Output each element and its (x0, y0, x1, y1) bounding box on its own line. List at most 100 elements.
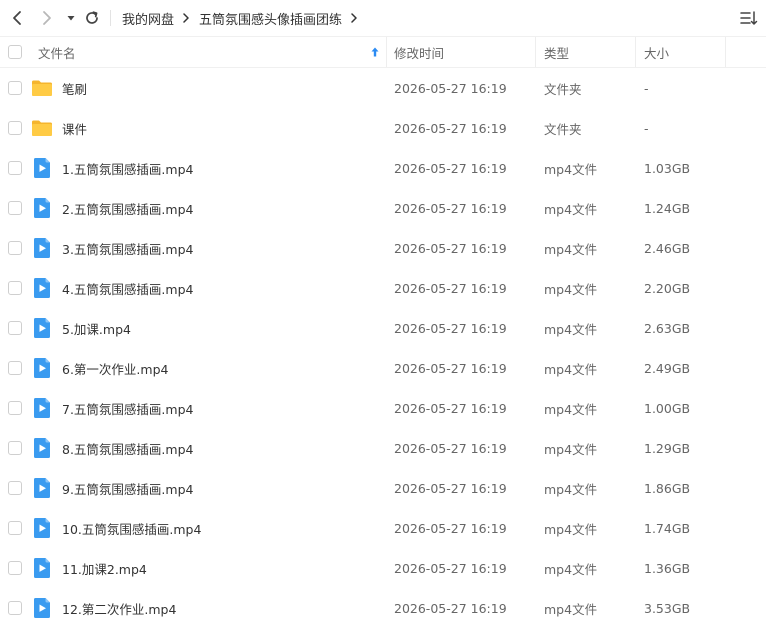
file-modified-time: 2026-05-27 16:19 (394, 360, 507, 376)
file-name[interactable]: 10.五筒氛围感插画.mp4 (62, 508, 201, 548)
row-checkbox[interactable] (8, 521, 22, 535)
file-name[interactable]: 6.第一次作业.mp4 (62, 348, 168, 388)
row-checkbox[interactable] (8, 361, 22, 375)
row-checkbox[interactable] (8, 241, 22, 255)
row-checkbox[interactable] (8, 481, 22, 495)
row-checkbox[interactable] (8, 281, 22, 295)
file-row[interactable]: 9.五筒氛围感插画.mp4 2026-05-27 16:19 mp4文件 1.86GB (0, 468, 766, 508)
file-list-header: 文件名 修改时间 类型 大小 (0, 36, 766, 68)
back-button[interactable] (7, 8, 27, 28)
file-size: 1.03GB (644, 160, 691, 176)
toolbar-divider (110, 10, 111, 26)
file-size: 1.00GB (644, 400, 691, 416)
row-checkbox[interactable] (8, 561, 22, 575)
file-modified-time: 2026-05-27 16:19 (394, 320, 507, 336)
row-checkbox[interactable] (8, 441, 22, 455)
file-row[interactable]: 6.第一次作业.mp4 2026-05-27 16:19 mp4文件 2.49GB (0, 348, 766, 388)
file-name[interactable]: 1.五筒氛围感插画.mp4 (62, 148, 193, 188)
toolbar: 我的网盘 五筒氛围感头像插画团练 (0, 0, 766, 36)
file-row[interactable]: 3.五筒氛围感插画.mp4 2026-05-27 16:19 mp4文件 2.46GB (0, 228, 766, 268)
file-row[interactable]: 4.五筒氛围感插画.mp4 2026-05-27 16:19 mp4文件 2.20GB (0, 268, 766, 308)
file-name[interactable]: 2.五筒氛围感插画.mp4 (62, 188, 193, 228)
file-row[interactable]: 10.五筒氛围感插画.mp4 2026-05-27 16:19 mp4文件 1.74G… (0, 508, 766, 548)
file-type: mp4文件 (544, 241, 598, 257)
row-checkbox[interactable] (8, 401, 22, 415)
file-name[interactable]: 笔刷 (62, 68, 87, 108)
row-checkbox[interactable] (8, 81, 22, 95)
refresh-icon (86, 11, 98, 24)
file-name[interactable]: 课件 (62, 108, 87, 148)
file-row[interactable]: 课件 2026-05-27 16:19 文件夹 - (0, 108, 766, 148)
file-size: - (644, 80, 649, 96)
file-size: 2.20GB (644, 280, 691, 296)
file-name[interactable]: 12.第二次作业.mp4 (62, 588, 176, 628)
file-row[interactable]: 11.加课2.mp4 2026-05-27 16:19 mp4文件 1.36GB (0, 548, 766, 588)
file-modified-time: 2026-05-27 16:19 (394, 120, 507, 136)
caret-down-icon (67, 16, 75, 21)
file-name[interactable]: 9.五筒氛围感插画.mp4 (62, 468, 193, 508)
file-modified-time: 2026-05-27 16:19 (394, 160, 507, 176)
file-size: 2.46GB (644, 240, 691, 256)
file-name[interactable]: 8.五筒氛围感插画.mp4 (62, 428, 193, 468)
file-size: 1.86GB (644, 480, 691, 496)
column-header-size[interactable]: 大小 (644, 37, 669, 67)
file-type: mp4文件 (544, 441, 598, 457)
breadcrumb-item-current[interactable]: 五筒氛围感头像插画团练 (199, 9, 342, 28)
file-type: mp4文件 (544, 561, 598, 577)
file-row[interactable]: 5.加课.mp4 2026-05-27 16:19 mp4文件 2.63GB (0, 308, 766, 348)
file-modified-time: 2026-05-27 16:19 (394, 520, 507, 536)
file-name[interactable]: 4.五筒氛围感插画.mp4 (62, 268, 193, 308)
file-size: 2.63GB (644, 320, 691, 336)
row-checkbox[interactable] (8, 201, 22, 215)
row-checkbox[interactable] (8, 121, 22, 135)
chevron-right-icon (350, 13, 358, 23)
video-file-icon (34, 558, 50, 578)
file-row[interactable]: 笔刷 2026-05-27 16:19 文件夹 - (0, 68, 766, 108)
file-row[interactable]: 2.五筒氛围感插画.mp4 2026-05-27 16:19 mp4文件 1.24GB (0, 188, 766, 228)
file-name[interactable]: 5.加课.mp4 (62, 308, 131, 348)
folder-icon (32, 80, 52, 96)
file-size: 1.36GB (644, 560, 691, 576)
select-all-checkbox[interactable] (8, 45, 22, 59)
column-divider[interactable] (386, 37, 387, 67)
column-divider[interactable] (635, 37, 636, 67)
chevron-left-icon (13, 11, 21, 25)
file-row[interactable]: 12.第二次作业.mp4 2026-05-27 16:19 mp4文件 3.53GB (0, 588, 766, 628)
file-type: mp4文件 (544, 521, 598, 537)
history-dropdown-button[interactable] (61, 8, 81, 28)
video-file-icon (34, 158, 50, 178)
file-row[interactable]: 7.五筒氛围感插画.mp4 2026-05-27 16:19 mp4文件 1.00GB (0, 388, 766, 428)
file-type: mp4文件 (544, 201, 598, 217)
breadcrumb-item-root[interactable]: 我的网盘 (122, 9, 174, 28)
video-file-icon (34, 438, 50, 458)
file-name[interactable]: 11.加课2.mp4 (62, 548, 147, 588)
forward-button[interactable] (37, 8, 57, 28)
file-type: mp4文件 (544, 401, 598, 417)
refresh-button[interactable] (82, 8, 102, 28)
column-header-modified[interactable]: 修改时间 (394, 37, 444, 67)
row-checkbox[interactable] (8, 161, 22, 175)
row-checkbox[interactable] (8, 601, 22, 615)
file-modified-time: 2026-05-27 16:19 (394, 600, 507, 616)
column-divider[interactable] (725, 37, 726, 67)
file-type: mp4文件 (544, 161, 598, 177)
file-size: 2.49GB (644, 360, 691, 376)
file-size: 1.74GB (644, 520, 691, 536)
file-name[interactable]: 3.五筒氛围感插画.mp4 (62, 228, 193, 268)
chevron-right-icon (43, 11, 51, 25)
column-header-type[interactable]: 类型 (544, 37, 569, 67)
column-header-name[interactable]: 文件名 (38, 37, 76, 67)
folder-icon (32, 120, 52, 136)
file-type: mp4文件 (544, 281, 598, 297)
sort-ascending-icon[interactable] (369, 46, 381, 58)
file-modified-time: 2026-05-27 16:19 (394, 80, 507, 96)
video-file-icon (34, 398, 50, 418)
column-divider[interactable] (535, 37, 536, 67)
file-name[interactable]: 7.五筒氛围感插画.mp4 (62, 388, 193, 428)
file-type: 文件夹 (544, 81, 582, 97)
row-checkbox[interactable] (8, 321, 22, 335)
view-sort-button[interactable] (740, 9, 758, 27)
breadcrumb: 我的网盘 五筒氛围感头像插画团练 (122, 0, 367, 36)
file-row[interactable]: 1.五筒氛围感插画.mp4 2026-05-27 16:19 mp4文件 1.03GB (0, 148, 766, 188)
file-row[interactable]: 8.五筒氛围感插画.mp4 2026-05-27 16:19 mp4文件 1.29GB (0, 428, 766, 468)
